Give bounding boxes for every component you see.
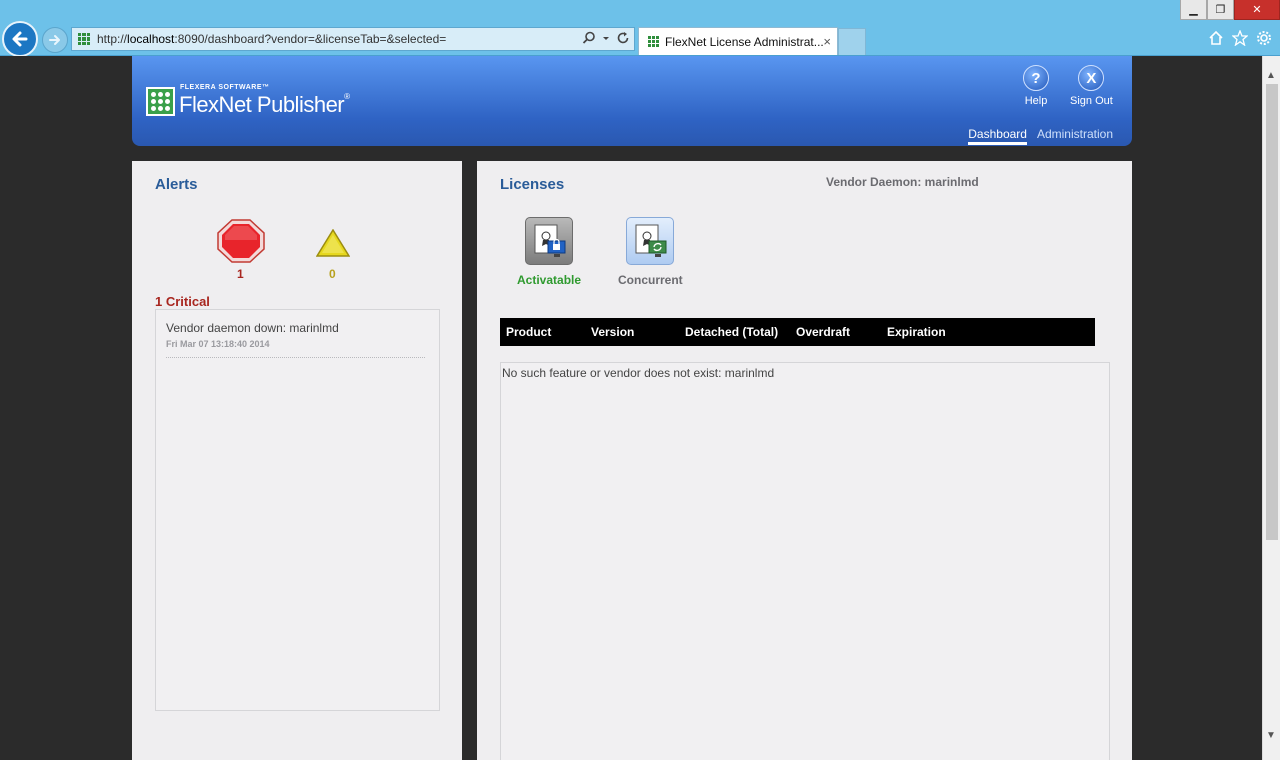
alerts-panel: Alerts 1 0 1 Critical Vendor daemon down… <box>132 161 462 760</box>
flexnet-logo-mark-icon <box>146 87 175 116</box>
column-header-expiration[interactable]: Expiration <box>887 325 946 339</box>
url-host: localhost <box>127 32 175 46</box>
minimize-button[interactable]: ▁ <box>1180 0 1207 20</box>
url-prefix: http:// <box>97 32 128 46</box>
close-window-button[interactable]: ✕ <box>1234 0 1280 20</box>
warning-count: 0 <box>329 267 336 281</box>
address-bar[interactable]: http://localhost:8090/dashboard?vendor=&… <box>71 27 635 51</box>
empty-table-message: No such feature or vendor does not exist… <box>502 366 775 380</box>
restore-button[interactable]: ❐ <box>1207 0 1234 20</box>
tab-administration[interactable]: Administration <box>1037 127 1113 145</box>
column-header-product[interactable]: Product <box>506 325 551 339</box>
scrollbar-thumb[interactable] <box>1266 84 1278 540</box>
list-item[interactable]: Vendor daemon down: marinlmd Fri Mar 07 … <box>166 321 425 358</box>
alert-timestamp: Fri Mar 07 13:18:40 2014 <box>166 339 270 349</box>
refresh-icon[interactable] <box>616 31 630 45</box>
critical-count: 1 <box>237 267 244 281</box>
alert-message: Vendor daemon down: marinlmd <box>166 321 339 335</box>
flexnet-logo: FLEXERA SOFTWARE™ FlexNet Publisher® <box>146 84 350 118</box>
back-button[interactable] <box>2 21 38 57</box>
brand-name: FlexNet Publisher® <box>179 92 350 118</box>
sign-out-icon: X <box>1078 65 1105 91</box>
brand-name-text: FlexNet Publisher <box>179 92 345 117</box>
window-controls: ▁ ❐ ✕ <box>1180 0 1280 20</box>
brand-trademark: ® <box>344 92 350 101</box>
url-rest: :8090/dashboard?vendor=&licenseTab=&sele… <box>174 32 447 46</box>
page-scrollbar[interactable]: ▲ ▼ <box>1262 56 1280 760</box>
search-icon[interactable] <box>582 31 596 45</box>
app-header: FLEXERA SOFTWARE™ FlexNet Publisher® ? H… <box>132 56 1132 146</box>
brand-sub: FLEXERA SOFTWARE™ <box>180 84 270 91</box>
tab-activatable[interactable]: Activatable <box>517 217 581 287</box>
tab-concurrent[interactable]: Concurrent <box>618 217 683 287</box>
star-icon[interactable] <box>1232 30 1248 46</box>
sign-out-button[interactable]: X Sign Out <box>1070 65 1113 107</box>
home-icon[interactable] <box>1208 30 1224 46</box>
warning-triangle-icon[interactable] <box>316 229 350 257</box>
column-header-version[interactable]: Version <box>591 325 634 339</box>
tab-title: FlexNet License Administrat... <box>665 34 824 49</box>
main-nav-tabs: Dashboard Administration <box>968 127 1113 145</box>
scroll-down-icon[interactable]: ▼ <box>1266 730 1276 741</box>
help-label: Help <box>1024 95 1048 107</box>
critical-stop-icon[interactable] <box>217 219 265 263</box>
forward-arrow-icon <box>49 35 60 45</box>
forward-button[interactable] <box>42 27 68 53</box>
gear-icon[interactable] <box>1256 30 1272 46</box>
scroll-up-icon[interactable]: ▲ <box>1266 70 1276 81</box>
dropdown-chevron-icon[interactable] <box>602 31 610 45</box>
activatable-label: Activatable <box>517 273 582 287</box>
licenses-panel: Licenses Vendor Daemon: marinlmd Activat… <box>477 161 1132 760</box>
browser-tab-flexnet[interactable]: FlexNet License Administrat... × <box>638 27 838 55</box>
vendor-daemon-label: Vendor Daemon: marinlmd <box>826 175 979 189</box>
column-header-detached[interactable]: Detached (Total) <box>685 325 778 339</box>
help-button[interactable]: ? Help <box>1023 65 1049 107</box>
critical-section-header: 1 Critical <box>155 294 210 309</box>
site-favicon-icon <box>78 33 90 45</box>
licenses-table-header: Product Version Detached (Total) Overdra… <box>500 318 1095 346</box>
new-tab-button[interactable] <box>838 28 866 55</box>
licenses-title: Licenses <box>500 176 565 193</box>
concurrent-certificate-icon <box>626 217 675 265</box>
alert-list: Vendor daemon down: marinlmd Fri Mar 07 … <box>155 309 440 711</box>
sign-out-label: Sign Out <box>1070 95 1113 107</box>
licenses-table-body: No such feature or vendor does not exist… <box>500 362 1110 760</box>
tab-close-icon[interactable]: × <box>823 34 831 49</box>
address-url[interactable]: http://localhost:8090/dashboard?vendor=&… <box>97 32 446 46</box>
help-icon: ? <box>1023 65 1049 91</box>
alerts-title: Alerts <box>155 176 198 193</box>
tab-dashboard[interactable]: Dashboard <box>968 127 1027 145</box>
column-header-overdraft[interactable]: Overdraft <box>796 325 850 339</box>
concurrent-label: Concurrent <box>618 273 683 287</box>
back-arrow-icon <box>12 31 28 47</box>
activatable-certificate-icon <box>525 217 574 265</box>
browser-chrome: ▁ ❐ ✕ http://localhost:8090/dashboard?ve… <box>0 0 1280 57</box>
tab-favicon-icon <box>648 36 659 47</box>
